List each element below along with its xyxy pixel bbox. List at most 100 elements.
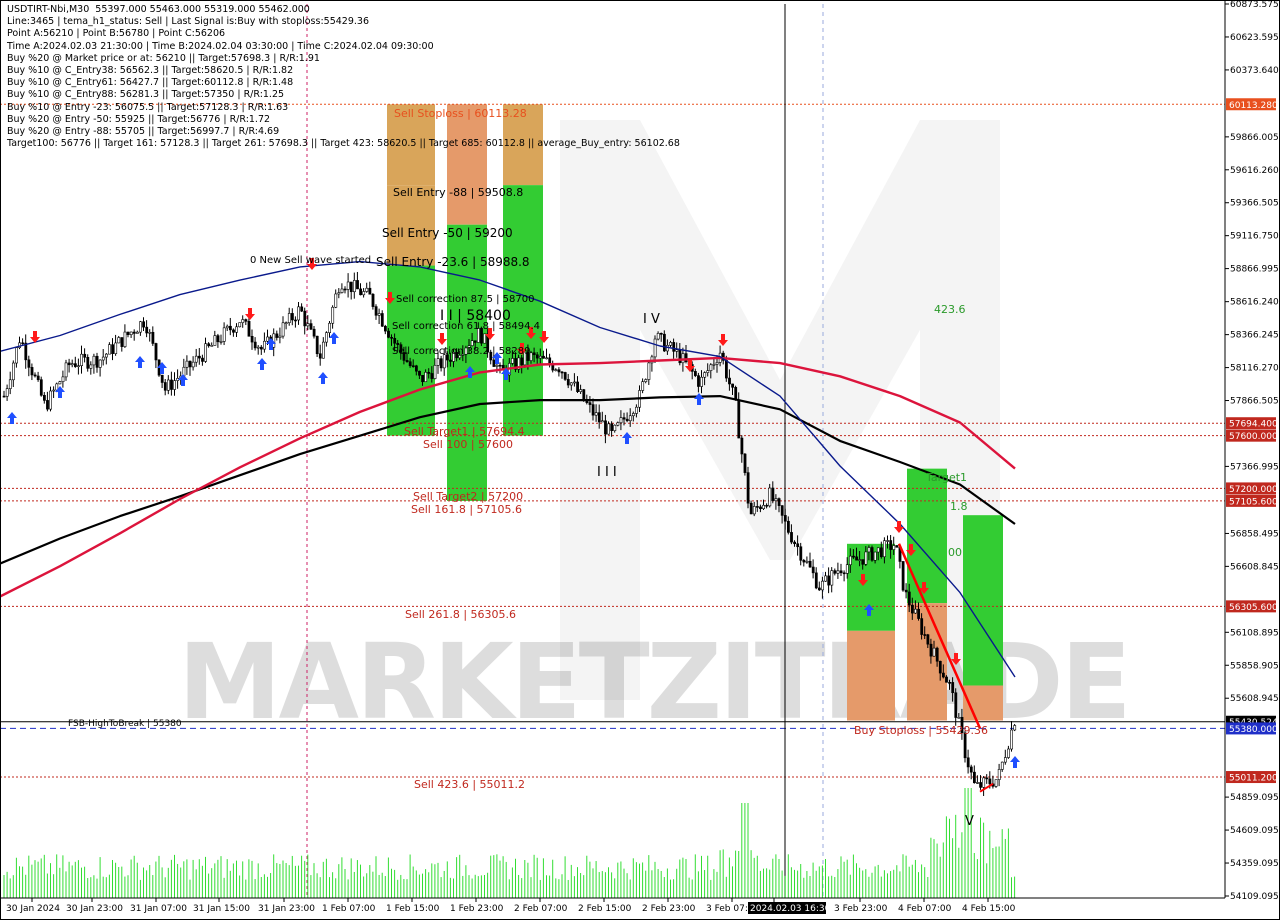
y-tick-label: 59116.750 bbox=[1230, 232, 1279, 242]
x-cursor-label: 2024.02.03 16:30 bbox=[750, 904, 831, 914]
candle-body bbox=[390, 337, 394, 339]
y-tick-label: 55858.905 bbox=[1230, 661, 1279, 671]
candle-body bbox=[470, 340, 474, 346]
candle-body bbox=[945, 676, 948, 683]
candle-body bbox=[201, 357, 204, 362]
candle-body bbox=[160, 374, 164, 383]
candle-body bbox=[951, 682, 955, 694]
candle-body bbox=[27, 359, 31, 368]
candle-body bbox=[1010, 729, 1014, 750]
candle-body bbox=[610, 423, 614, 431]
candle-body bbox=[557, 369, 561, 373]
candle-body bbox=[1013, 725, 1017, 731]
candle-body bbox=[619, 417, 623, 424]
candle-body bbox=[662, 333, 666, 352]
candle-body bbox=[483, 333, 487, 344]
x-tick-label: 31 Jan 15:00 bbox=[193, 904, 250, 914]
y-tick-label: 58116.270 bbox=[1230, 364, 1279, 374]
candle-body bbox=[365, 287, 369, 292]
y-tick-label: 59866.005 bbox=[1230, 133, 1279, 143]
candle-body bbox=[737, 399, 741, 439]
candle-body bbox=[408, 361, 412, 367]
y-tick-label: 58616.240 bbox=[1230, 298, 1279, 308]
candle-body bbox=[74, 363, 77, 367]
candle-body bbox=[653, 338, 657, 358]
candle-body bbox=[132, 331, 136, 334]
y-tick-label: 57866.505 bbox=[1230, 397, 1279, 407]
price-chart[interactable]: MARKETZITRADE Sell Stoploss | 60113.28Se… bbox=[0, 0, 1280, 920]
candle-body bbox=[387, 330, 390, 338]
candle-body bbox=[436, 358, 440, 366]
candle-body bbox=[600, 420, 604, 423]
candle-body bbox=[563, 372, 567, 380]
y-tick-label: 54609.095 bbox=[1230, 826, 1279, 836]
candle-body bbox=[225, 325, 229, 329]
candle-body bbox=[731, 383, 735, 388]
candle-body bbox=[232, 329, 235, 333]
candle-body bbox=[532, 352, 536, 356]
y-tick-label: 57366.995 bbox=[1230, 462, 1279, 472]
candle-body bbox=[985, 777, 989, 780]
candle-body bbox=[830, 570, 834, 586]
candle-body bbox=[616, 422, 620, 426]
candle-body bbox=[148, 331, 152, 334]
candle-body bbox=[786, 520, 790, 533]
candle-body bbox=[675, 349, 679, 352]
candle-body bbox=[573, 381, 576, 384]
candle-body bbox=[917, 608, 921, 619]
candle-body bbox=[70, 363, 74, 366]
candle-body bbox=[591, 404, 595, 416]
candle-body bbox=[709, 364, 713, 371]
y-tick-label: 56108.895 bbox=[1230, 628, 1279, 638]
candle-body bbox=[108, 344, 111, 355]
price-label: 55011.200 bbox=[1229, 774, 1278, 784]
chart-annotation: Sell 100 | 57600 bbox=[423, 438, 513, 451]
candle-body bbox=[759, 506, 762, 510]
candle-body bbox=[241, 319, 245, 323]
candle-body bbox=[669, 342, 673, 346]
candle-body bbox=[418, 370, 421, 376]
buy-zone-orange bbox=[847, 630, 895, 721]
chart-annotation: I V bbox=[643, 312, 660, 327]
candle-body bbox=[380, 313, 384, 327]
sell-zone-orange bbox=[447, 104, 487, 225]
chart-annotation: Sell Entry -23.6 | 58988.8 bbox=[376, 255, 530, 269]
chart-annotation: 423.6 bbox=[934, 303, 966, 316]
x-tick-label: 3 Feb 23:00 bbox=[834, 904, 888, 914]
candle-body bbox=[920, 618, 924, 635]
candle-body bbox=[325, 332, 328, 343]
candle-body bbox=[8, 379, 12, 389]
candle-body bbox=[976, 782, 979, 784]
candle-body bbox=[21, 342, 25, 345]
candle-body bbox=[842, 572, 846, 575]
candle-body bbox=[805, 560, 809, 563]
candle-body bbox=[170, 379, 173, 390]
price-label: 55380.000 bbox=[1229, 725, 1278, 735]
candle-body bbox=[929, 643, 933, 657]
candle-body bbox=[613, 424, 617, 431]
candle-body bbox=[58, 381, 62, 385]
candle-body bbox=[734, 387, 738, 400]
buy-zone-green bbox=[963, 515, 1003, 686]
x-tick-label: 2 Feb 15:00 bbox=[578, 904, 632, 914]
candle-body bbox=[703, 372, 707, 378]
candle-body bbox=[796, 543, 800, 548]
candle-body bbox=[473, 340, 477, 343]
candle-body bbox=[349, 281, 353, 293]
chart-annotation: Sell 423.6 | 55011.2 bbox=[414, 778, 525, 791]
candle-body bbox=[793, 541, 797, 545]
x-tick-label: 1 Feb 23:00 bbox=[450, 904, 504, 914]
candle-body bbox=[554, 369, 558, 371]
candle-body bbox=[315, 335, 319, 355]
chart-annotation: 1.8 bbox=[950, 500, 968, 513]
candle-body bbox=[294, 319, 297, 322]
candle-body bbox=[833, 570, 837, 574]
candle-body bbox=[46, 400, 49, 410]
candle-body bbox=[566, 379, 570, 386]
candle-body bbox=[495, 364, 499, 367]
candle-body bbox=[139, 321, 142, 333]
candle-body bbox=[30, 367, 34, 376]
candle-body bbox=[644, 379, 648, 382]
candle-body bbox=[83, 353, 87, 358]
candle-body bbox=[740, 437, 744, 455]
